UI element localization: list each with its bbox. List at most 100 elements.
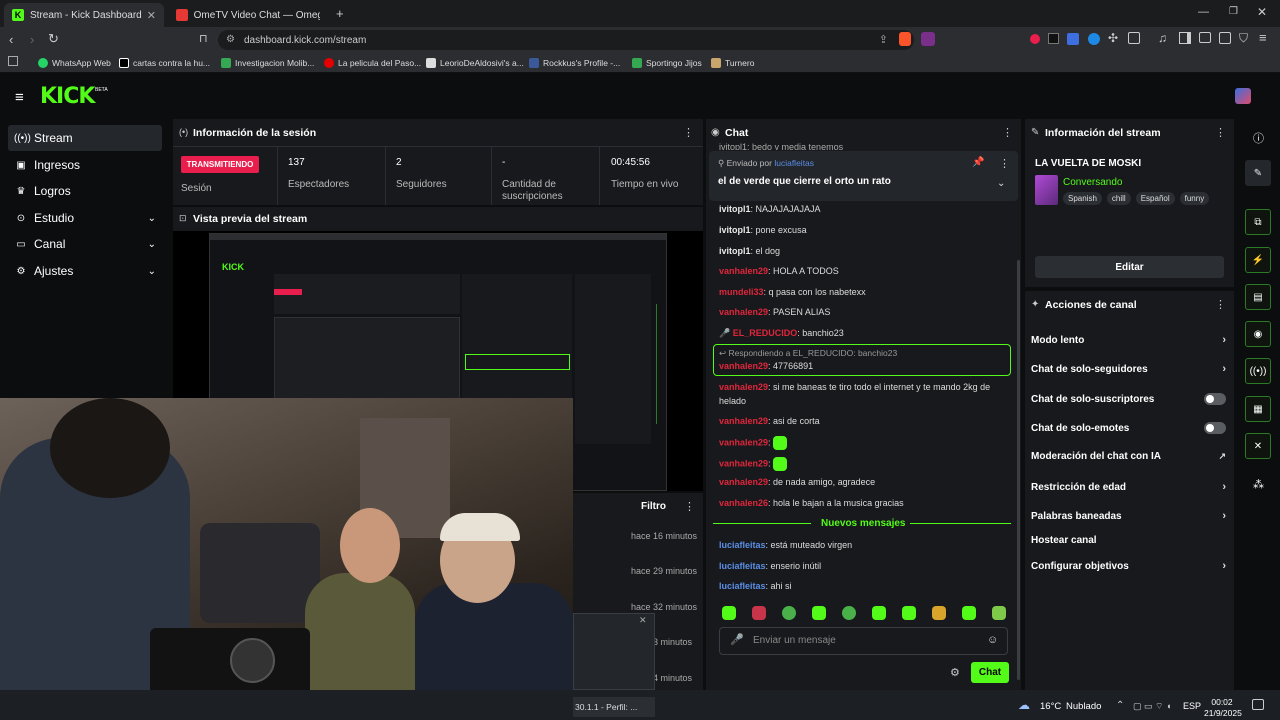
new-messages-divider[interactable]: Nuevos mensajes — [821, 518, 906, 529]
sidebar-item-estudio[interactable]: ⊙ Estudio ⌄ — [8, 205, 162, 231]
new-tab-button[interactable]: + — [336, 6, 344, 21]
action-age-restriction[interactable]: Restricción de edad › — [1031, 481, 1226, 493]
emote-icon[interactable] — [872, 606, 886, 620]
chat-user[interactable]: ivitopl1 — [719, 204, 751, 214]
share-icon[interactable]: ⇪ — [879, 33, 888, 46]
session-menu-icon[interactable]: ⋮ — [683, 126, 694, 139]
emote-icon[interactable] — [932, 606, 946, 620]
sidebar-item-ingresos[interactable]: ▣ Ingresos — [8, 152, 162, 178]
close-icon[interactable]: ✕ — [147, 9, 156, 22]
clock-time[interactable]: 00:02 — [1208, 697, 1236, 707]
chat-user[interactable]: luciafleitas — [719, 561, 766, 571]
category-thumbnail[interactable] — [1035, 175, 1058, 205]
extension-x-icon[interactable] — [1048, 33, 1059, 44]
info-icon[interactable]: ⓘ — [1253, 130, 1264, 146]
chat-send-button[interactable]: Chat — [971, 662, 1009, 683]
leo-icon[interactable] — [1219, 32, 1231, 44]
chat-user[interactable]: mundeli33 — [719, 287, 764, 297]
apps-grid-icon[interactable] — [8, 56, 18, 66]
bookmark-whatsapp[interactable]: WhatsApp Web — [38, 56, 111, 70]
action-host-channel[interactable]: Hostear canal — [1031, 535, 1226, 546]
chat-user[interactable]: ivitopl1 — [719, 246, 751, 256]
chat-user[interactable]: vanhalen29 — [719, 437, 768, 447]
bookmark-sportingo[interactable]: Sportingo Jijos — [632, 56, 702, 70]
window-close-button[interactable]: ✕ — [1257, 5, 1267, 19]
toolbar-more-icon[interactable]: ⁂ — [1253, 478, 1264, 491]
chat-user[interactable]: luciafleitas — [719, 581, 766, 591]
reload-icon[interactable]: ↻ — [48, 31, 59, 47]
site-settings-icon[interactable]: ⚙ — [226, 34, 235, 45]
bookmark-turnero[interactable]: Turnero — [711, 56, 754, 70]
url-bar[interactable]: ⚙ dashboard.kick.com/stream ⇪ — [218, 30, 914, 50]
chat-user[interactable]: luciafleitas — [719, 540, 766, 550]
action-configure-goals[interactable]: Configurar objetivos › — [1031, 560, 1226, 572]
toolbar-panel-icon[interactable]: ▦ — [1245, 396, 1271, 422]
tab-ometv[interactable]: OmeTV Video Chat — Omegle Rand — [168, 3, 328, 27]
stream-info-menu-icon[interactable]: ⋮ — [1215, 126, 1226, 139]
activity-menu-icon[interactable]: ⋮ — [684, 500, 695, 513]
extensions-puzzle-icon[interactable]: ✣ — [1108, 31, 1118, 45]
taskbar-app[interactable]: 30.1.1 - Perfil: ... — [573, 697, 655, 717]
bookmark-icon[interactable]: ⊓ — [199, 32, 208, 45]
emote-icon[interactable] — [842, 606, 856, 620]
action-banned-words[interactable]: Palabras baneadas › — [1031, 510, 1226, 522]
chat-user[interactable]: vanhalen29 — [719, 458, 768, 468]
brave-rewards-icon[interactable] — [921, 32, 935, 46]
tray-icons[interactable]: ▢ ▭ ⌔ ◖ — [1133, 701, 1171, 712]
chat-user[interactable]: vanhalen29 — [719, 266, 768, 276]
action-emotes-only[interactable]: Chat de solo-emotes — [1031, 422, 1226, 434]
action-ai-moderation[interactable]: Moderación del chat con IA ↗ — [1031, 451, 1226, 462]
maximize-button[interactable]: ❐ — [1229, 6, 1238, 17]
toolbar-chat-icon[interactable]: ◉ — [1245, 321, 1271, 347]
emote-icon[interactable] — [902, 606, 916, 620]
filter-label[interactable]: Filtro — [641, 501, 666, 512]
edit-pencil-icon[interactable]: ✎ — [1245, 160, 1271, 186]
chat-user[interactable]: vanhalen29 — [719, 307, 768, 317]
brave-shield-icon[interactable] — [899, 32, 911, 46]
emote-icon[interactable] — [782, 606, 796, 620]
toolbar-broadcast-icon[interactable]: ((•)) — [1245, 358, 1271, 384]
avatar[interactable] — [1235, 88, 1251, 104]
chat-user[interactable]: EL_REDUCIDO — [733, 328, 798, 338]
language-indicator[interactable]: ESP — [1183, 701, 1201, 711]
minimize-button[interactable]: — — [1198, 6, 1209, 18]
emote-icon[interactable] — [962, 606, 976, 620]
emote-icon[interactable] — [992, 606, 1006, 620]
extension-blue-icon[interactable] — [1088, 33, 1100, 45]
chevron-up-icon[interactable]: ⌃ — [1116, 700, 1124, 711]
mic-icon[interactable]: 🎤 — [730, 633, 744, 646]
forward-icon[interactable]: › — [30, 32, 34, 47]
emote-icon[interactable] — [812, 606, 826, 620]
chat-user[interactable]: vanhalen29 — [719, 361, 768, 371]
chat-user[interactable]: ivitopl1 — [719, 225, 751, 235]
notification-icon[interactable] — [1252, 699, 1264, 710]
weather-desc[interactable]: Nublado — [1066, 701, 1101, 712]
emote-icon[interactable] — [722, 606, 736, 620]
pin-icon[interactable]: 📌 — [972, 157, 984, 168]
action-slow-mode[interactable]: Modo lento › — [1031, 334, 1226, 346]
extension-red-icon[interactable] — [1030, 34, 1040, 44]
emotes-only-toggle[interactable] — [1204, 422, 1226, 434]
bookmark-pelicula[interactable]: La pelicula del Paso... — [324, 56, 421, 70]
wallet-icon[interactable] — [1199, 32, 1211, 43]
sidebar-toggle-icon[interactable] — [1179, 32, 1191, 44]
emote-icon[interactable] — [752, 606, 766, 620]
chat-scrollbar[interactable] — [1017, 260, 1020, 680]
sidebar-item-ajustes[interactable]: ⚙ Ajustes ⌄ — [8, 258, 162, 284]
bookmark-cartas[interactable]: cartas contra la hu... — [119, 56, 210, 70]
sidebar-item-stream[interactable]: ((•)) Stream — [8, 125, 162, 151]
hamburger-menu-icon[interactable]: ≡ — [15, 89, 24, 106]
bookmark-investigacion[interactable]: Investigacion Molib... — [221, 56, 314, 70]
vpn-shield-icon[interactable]: ⛉ — [1239, 31, 1248, 46]
bookmark-leorio[interactable]: LeorioDeAldosivi's a... — [426, 56, 524, 70]
media-icon[interactable]: ♫ — [1158, 31, 1167, 45]
kick-logo[interactable]: KICK — [40, 84, 95, 109]
stream-category[interactable]: Conversando — [1063, 177, 1122, 188]
translate-extension-icon[interactable] — [1067, 33, 1079, 45]
screenshot-icon[interactable] — [1128, 32, 1140, 44]
sidebar-item-canal[interactable]: ▭ Canal ⌄ — [8, 231, 162, 257]
pinned-menu-icon[interactable]: ⋮ — [999, 157, 1010, 170]
chat-user[interactable]: vanhalen26 — [719, 498, 768, 508]
action-followers-only[interactable]: Chat de solo-seguidores › — [1031, 363, 1226, 375]
toolbar-layout-icon[interactable]: ⧉ — [1245, 209, 1271, 235]
